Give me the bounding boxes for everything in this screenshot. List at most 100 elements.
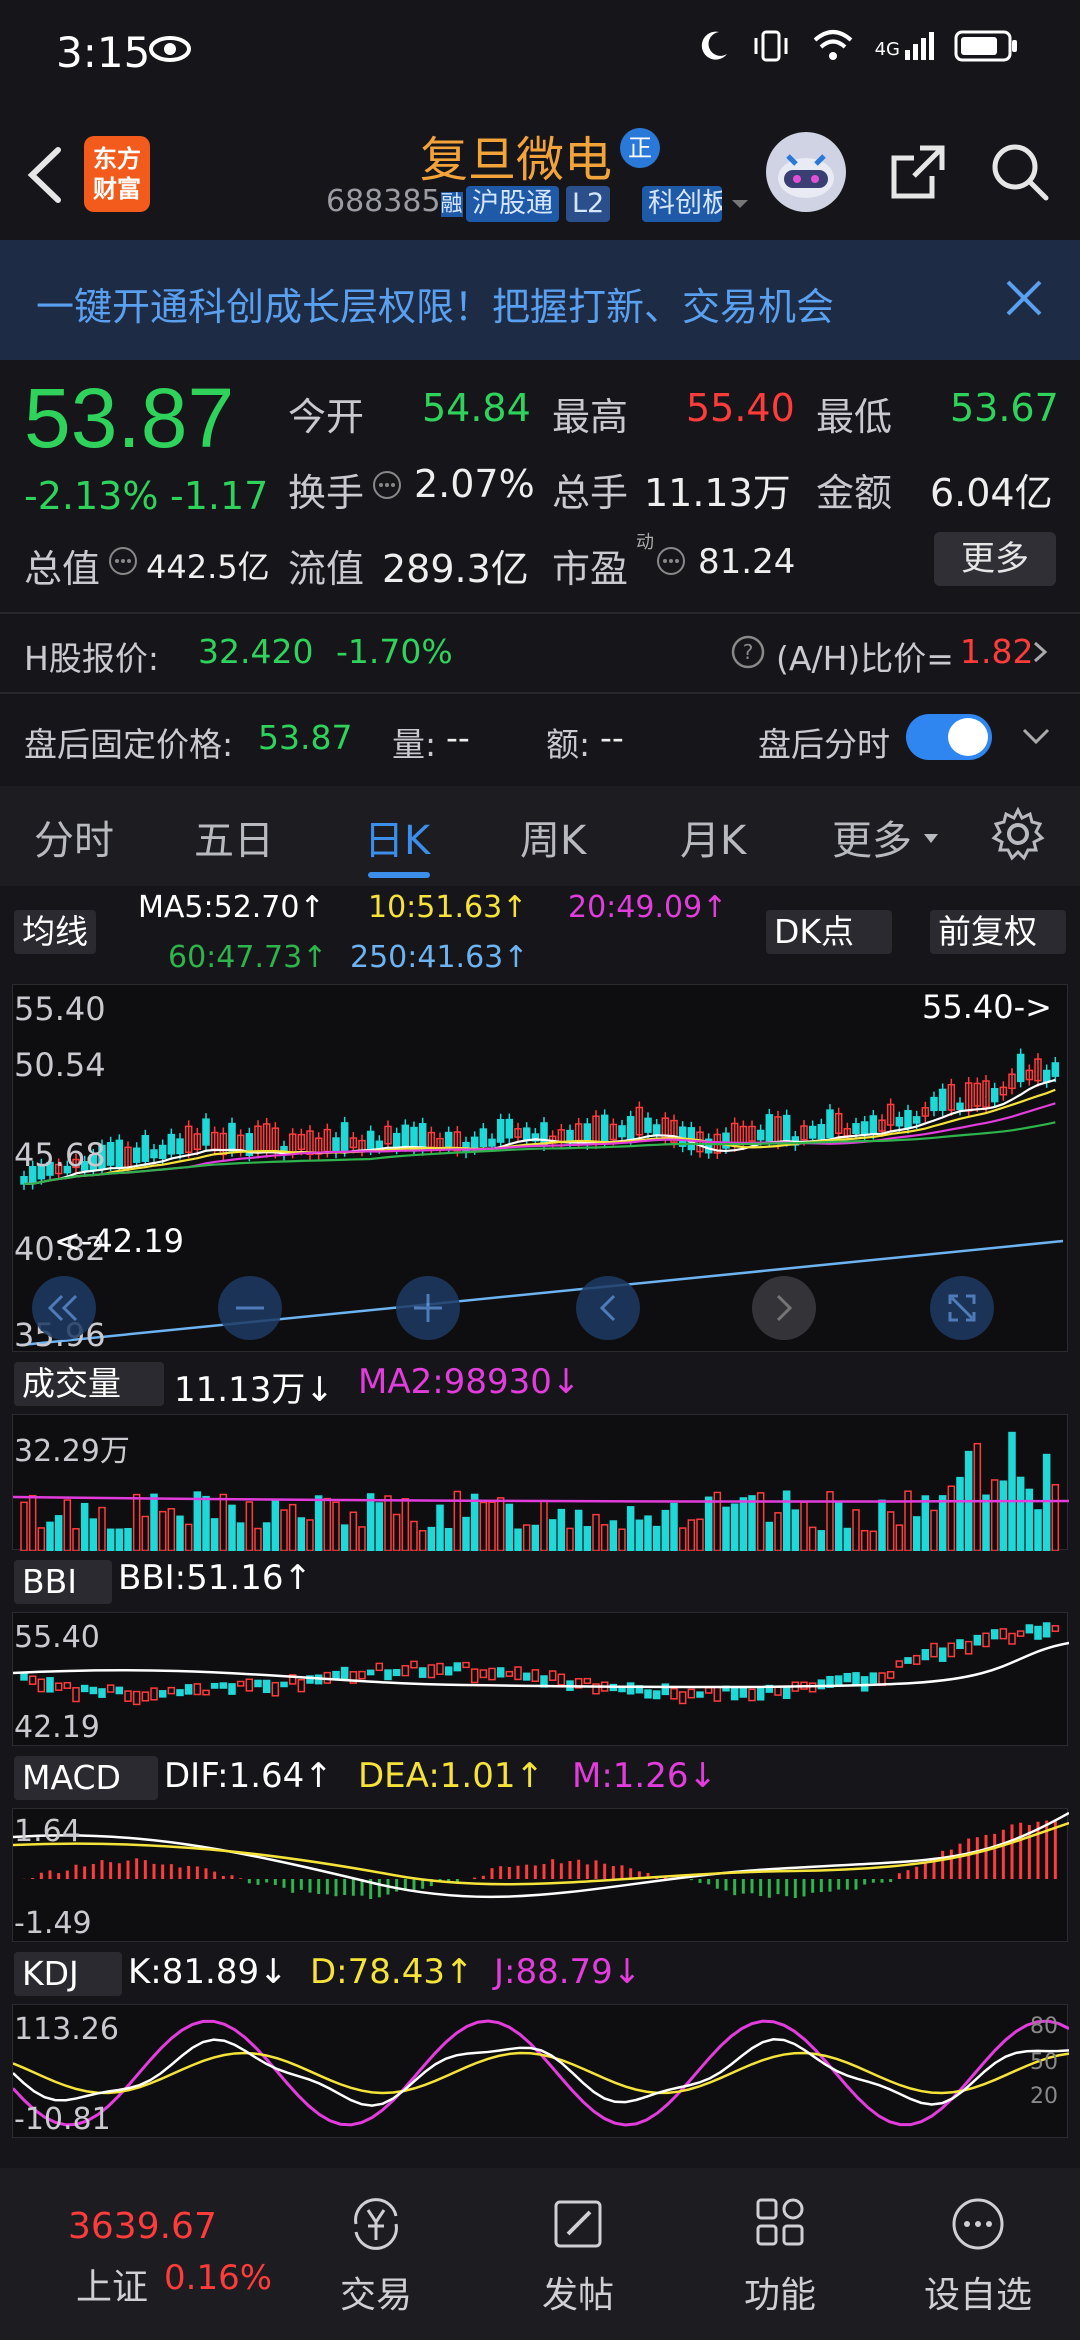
candle-body (912, 1116, 921, 1124)
status-time: 3:15 (56, 28, 151, 77)
back-arrow-icon[interactable] (18, 140, 78, 210)
bbi-candle (990, 1629, 999, 1640)
assistant-robot-icon[interactable] (766, 132, 846, 212)
macd-dea-legend: DEA:1.01↑ (358, 1756, 544, 1796)
tag-dropdown-icon[interactable] (730, 196, 750, 212)
kdj-chart[interactable] (11, 2004, 1070, 2138)
volume-bar (531, 1524, 540, 1552)
volume-bar (488, 1501, 496, 1552)
nav-trade[interactable]: 交易 (306, 2194, 446, 2318)
settings-gear-icon[interactable] (990, 806, 1046, 862)
volume-bar (37, 1527, 46, 1552)
zoom-in-button[interactable] (396, 1276, 460, 1340)
macd-select[interactable]: MACD (14, 1756, 158, 1800)
ma-select[interactable]: 均线 (14, 910, 96, 954)
volume-bar (375, 1502, 384, 1552)
promo-banner[interactable]: 一键开通科创成长层权限！把握打新、交易机会 (0, 240, 1080, 360)
bbi-candle (141, 1691, 150, 1702)
nav-functions[interactable]: 功能 (710, 2194, 850, 2318)
bbi-candle (531, 1669, 540, 1682)
bbi-chart[interactable] (12, 1612, 1070, 1746)
kline-chart[interactable] (12, 984, 1068, 1352)
volume-bar (1008, 1431, 1016, 1552)
more-button[interactable]: 更多 (934, 532, 1056, 586)
bbi-candle (332, 1670, 340, 1680)
kdj-axis-bottom: -10.81 (14, 2102, 111, 2137)
tab-weekly-k[interactable]: 周K (520, 808, 586, 866)
tab-5day[interactable]: 五日 (194, 808, 274, 866)
zoom-out-button[interactable] (218, 1276, 282, 1340)
volume-select[interactable]: 成交量 (14, 1362, 164, 1406)
tab-monthly-k[interactable]: 月K (680, 808, 746, 866)
index-widget[interactable]: 3639.67 上证 0.16% (24, 2188, 272, 2318)
candle-body (826, 1109, 834, 1139)
pe-dynamic-sup: 动 (636, 532, 654, 553)
next-button[interactable] (752, 1276, 816, 1340)
fast-back-button[interactable] (32, 1276, 96, 1340)
candle-body (652, 1124, 661, 1136)
dk-button[interactable]: DK点 (766, 910, 892, 954)
volume-bar (80, 1502, 89, 1552)
fq-button[interactable]: 前复权 (930, 910, 1066, 954)
share-icon[interactable] (886, 140, 950, 204)
candle-body (375, 1140, 384, 1149)
more-dots-icon (952, 2198, 1004, 2250)
chevron-down-icon[interactable] (1020, 724, 1052, 748)
tag-hsgt: 沪股通 (466, 186, 559, 222)
candle-body (869, 1115, 878, 1135)
bbi-candle (713, 1686, 722, 1702)
info-dots-icon[interactable] (656, 546, 686, 576)
close-icon[interactable] (996, 270, 1052, 326)
volume-bar (644, 1515, 652, 1552)
prev-button[interactable] (576, 1276, 640, 1340)
app-logo[interactable]: 东方财富 (84, 136, 150, 212)
volume-bar (817, 1530, 826, 1552)
volume-bar (236, 1522, 245, 1552)
volume-bar (765, 1521, 774, 1552)
svg-text:?: ? (743, 640, 754, 664)
tab-intraday[interactable]: 分时 (34, 808, 114, 866)
bbi-candle (462, 1661, 470, 1669)
volume-bar (886, 1511, 895, 1552)
tab-more[interactable]: 更多 (832, 808, 912, 866)
bottom-nav: 3639.67 上证 0.16% 交易 发帖 功能 设自选 (0, 2168, 1080, 2340)
bbi-candle (427, 1664, 436, 1679)
bbi-canvas (12, 1622, 1070, 1706)
tab-more-dropdown-icon[interactable] (922, 832, 940, 846)
bbi-candle (410, 1660, 418, 1669)
help-icon[interactable]: ? (730, 634, 766, 670)
bbi-select[interactable]: BBI (14, 1560, 112, 1604)
macd-m-legend: M:1.26↓ (572, 1756, 717, 1796)
bbi-candle (912, 1654, 921, 1665)
volume-chart[interactable] (12, 1414, 1070, 1552)
info-dots-icon[interactable] (108, 546, 138, 576)
bbi-candle (384, 1669, 392, 1681)
search-icon[interactable] (988, 140, 1052, 204)
nav-watchlist[interactable]: 设自选 (908, 2194, 1048, 2318)
info-dots-icon[interactable] (372, 470, 402, 500)
candle-body (895, 1116, 904, 1127)
candle-body (522, 1127, 531, 1140)
bbi-candle (548, 1670, 557, 1681)
tab-daily-k[interactable]: 日K (364, 808, 430, 866)
kdj-select[interactable]: KDJ (14, 1952, 122, 1996)
vol-axis-top: 32.29万 (14, 1434, 130, 1469)
nav-post[interactable]: 发帖 (508, 2194, 648, 2318)
fullscreen-button[interactable] (930, 1276, 994, 1340)
volume-bar (609, 1520, 618, 1552)
volume-bar (852, 1509, 860, 1552)
macd-chart[interactable] (12, 1808, 1070, 1942)
volume-bar (306, 1519, 314, 1552)
bbi-candle (150, 1687, 158, 1701)
app-root: 3:15 4G 东方财富 复旦微电 正 688385融 沪股通 L2 科创板 一… (0, 0, 1080, 2340)
chevron-right-icon[interactable] (1030, 640, 1050, 664)
volume-bar (687, 1519, 696, 1552)
index-value: 3639.67 (68, 2206, 217, 2247)
volume-bar (999, 1480, 1008, 1552)
minus-icon (236, 1306, 264, 1310)
volume-bar (930, 1509, 938, 1552)
macd-dif-legend: DIF:1.64↑ (164, 1756, 333, 1796)
stock-name: 复旦微电 (420, 132, 613, 188)
candle-body (808, 1125, 817, 1139)
bbi-candle (739, 1687, 748, 1698)
